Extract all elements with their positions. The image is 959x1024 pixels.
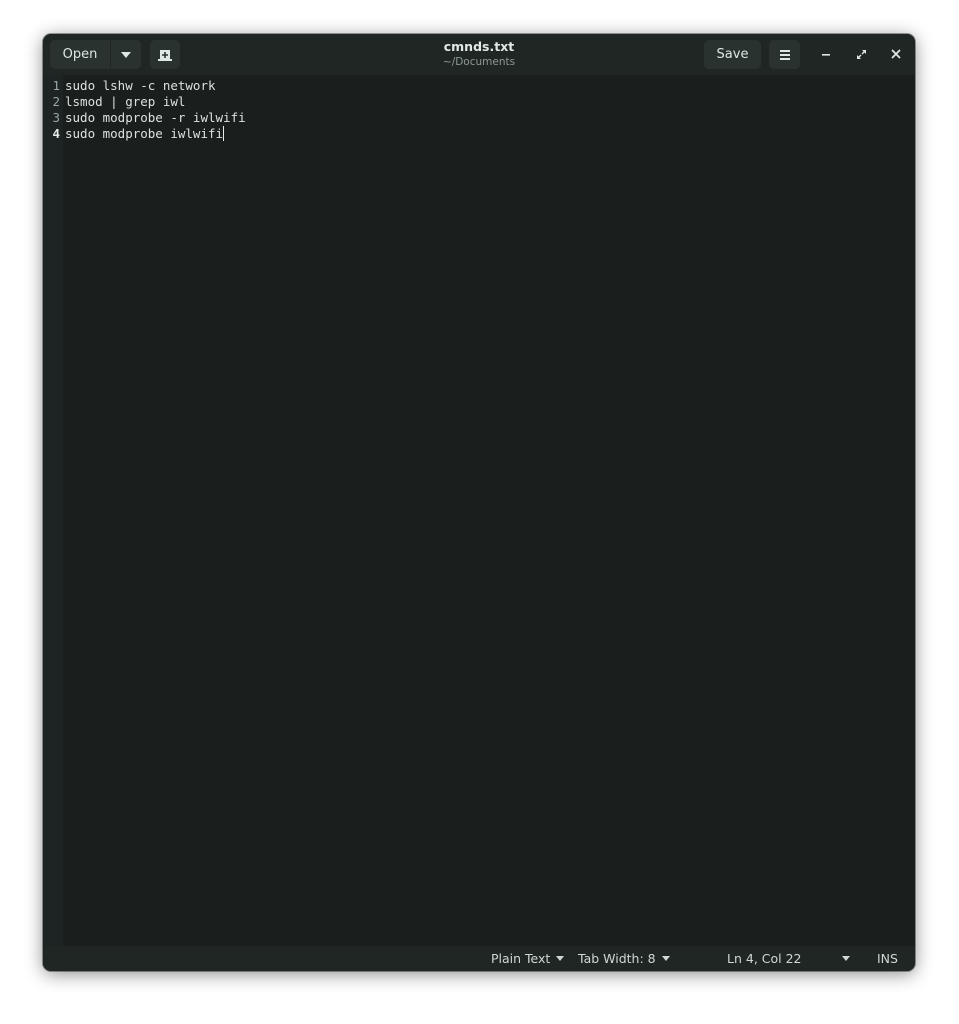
new-tab-icon: [158, 49, 172, 61]
insert-mode-indicator[interactable]: INS: [877, 951, 898, 966]
cursor-position-selector[interactable]: Ln 4, Col 22: [727, 951, 850, 966]
insert-mode-label: INS: [877, 951, 898, 966]
editor-window: Open cmnds.txt ~/Documents Save 1 2 3 4 …: [43, 34, 915, 971]
new-tab-button[interactable]: [150, 40, 180, 69]
line-number: 2: [52, 94, 60, 109]
close-button[interactable]: [884, 42, 908, 66]
chevron-down-icon: [841, 956, 850, 961]
line-number-current: 4: [52, 126, 60, 141]
chevron-down-icon: [121, 51, 131, 58]
code-line-current: sudo modprobe iwlwifi: [65, 126, 225, 142]
cursor-position-label: Ln 4, Col 22: [727, 951, 802, 966]
maximize-button[interactable]: [849, 42, 873, 66]
text-editor-area[interactable]: sudo lshw -c network lsmod | grep iwl su…: [63, 75, 915, 946]
language-selector[interactable]: Plain Text: [491, 951, 565, 966]
window-title-area: cmnds.txt ~/Documents: [343, 39, 615, 69]
line-number: 3: [52, 110, 60, 125]
window-subtitle: ~/Documents: [442, 56, 516, 68]
minimize-icon: [822, 54, 830, 56]
code-line-text: sudo lshw -c network: [65, 78, 216, 93]
status-bar: Plain Text Tab Width: 8 Ln 4, Col 22 INS: [43, 946, 915, 971]
main-menu-button[interactable]: [769, 40, 800, 69]
line-number-gutter: 1 2 3 4: [43, 75, 63, 946]
save-button[interactable]: Save: [704, 40, 761, 69]
text-cursor: [223, 126, 225, 141]
maximize-icon: [856, 49, 866, 59]
code-line: sudo modprobe -r iwlwifi: [65, 110, 246, 126]
code-line: lsmod | grep iwl: [65, 94, 185, 110]
tab-width-selector[interactable]: Tab Width: 8: [578, 951, 670, 966]
language-label: Plain Text: [491, 951, 551, 966]
header-bar: Open cmnds.txt ~/Documents Save: [43, 34, 915, 76]
minimize-button[interactable]: [814, 42, 838, 66]
chevron-down-icon: [556, 956, 565, 961]
code-line-text: lsmod | grep iwl: [65, 94, 186, 109]
line-number: 1: [52, 78, 60, 93]
close-icon: [891, 49, 901, 59]
open-button[interactable]: Open: [50, 40, 110, 69]
code-line-text: sudo modprobe iwlwifi: [65, 126, 224, 141]
chevron-down-icon: [661, 956, 670, 961]
open-menu-button[interactable]: [111, 40, 141, 69]
code-line-text: sudo modprobe -r iwlwifi: [65, 110, 246, 125]
code-line: sudo lshw -c network: [65, 78, 216, 94]
hamburger-icon: [779, 49, 790, 60]
tab-width-label: Tab Width: 8: [578, 951, 656, 966]
window-title: cmnds.txt: [443, 39, 515, 54]
